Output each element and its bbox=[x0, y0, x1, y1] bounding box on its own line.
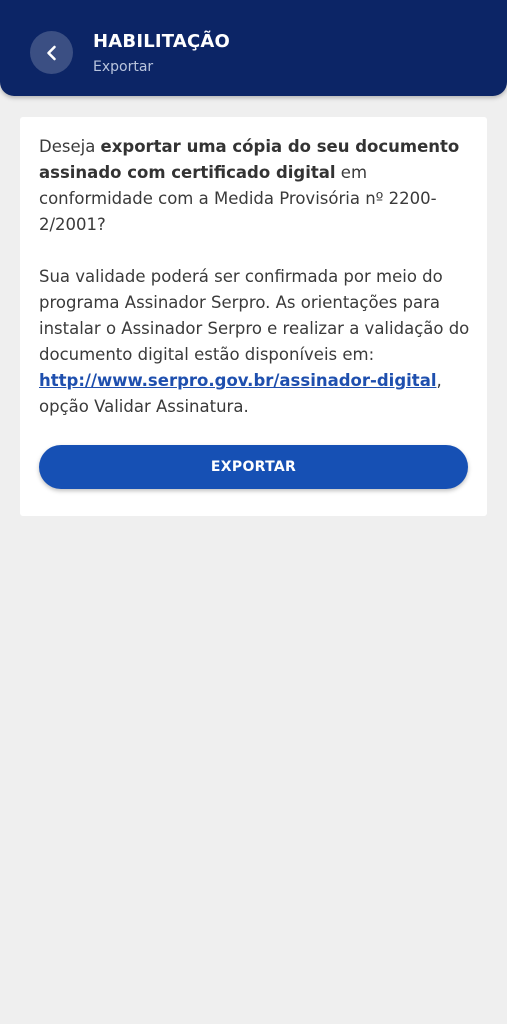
question-text-start: Deseja bbox=[39, 137, 101, 156]
back-button[interactable] bbox=[30, 31, 73, 74]
validation-info: Sua validade poderá ser confirmada por m… bbox=[39, 264, 471, 420]
export-card: Deseja exportar uma cópia do seu documen… bbox=[20, 117, 487, 516]
validation-text-start: Sua validade poderá ser confirmada por m… bbox=[39, 267, 470, 364]
page-subtitle: Exportar bbox=[93, 59, 154, 75]
page-title: HABILITAÇÃO bbox=[93, 31, 231, 52]
export-question: Deseja exportar uma cópia do seu documen… bbox=[39, 134, 471, 238]
chevron-left-icon bbox=[46, 45, 56, 60]
export-button[interactable]: EXPORTAR bbox=[39, 445, 468, 489]
question-text-bold: exportar uma cópia do seu documento assi… bbox=[39, 137, 460, 182]
assinador-link[interactable]: http://www.serpro.gov.br/assinador-digit… bbox=[39, 371, 436, 390]
app-header: HABILITAÇÃO Exportar bbox=[0, 0, 507, 96]
